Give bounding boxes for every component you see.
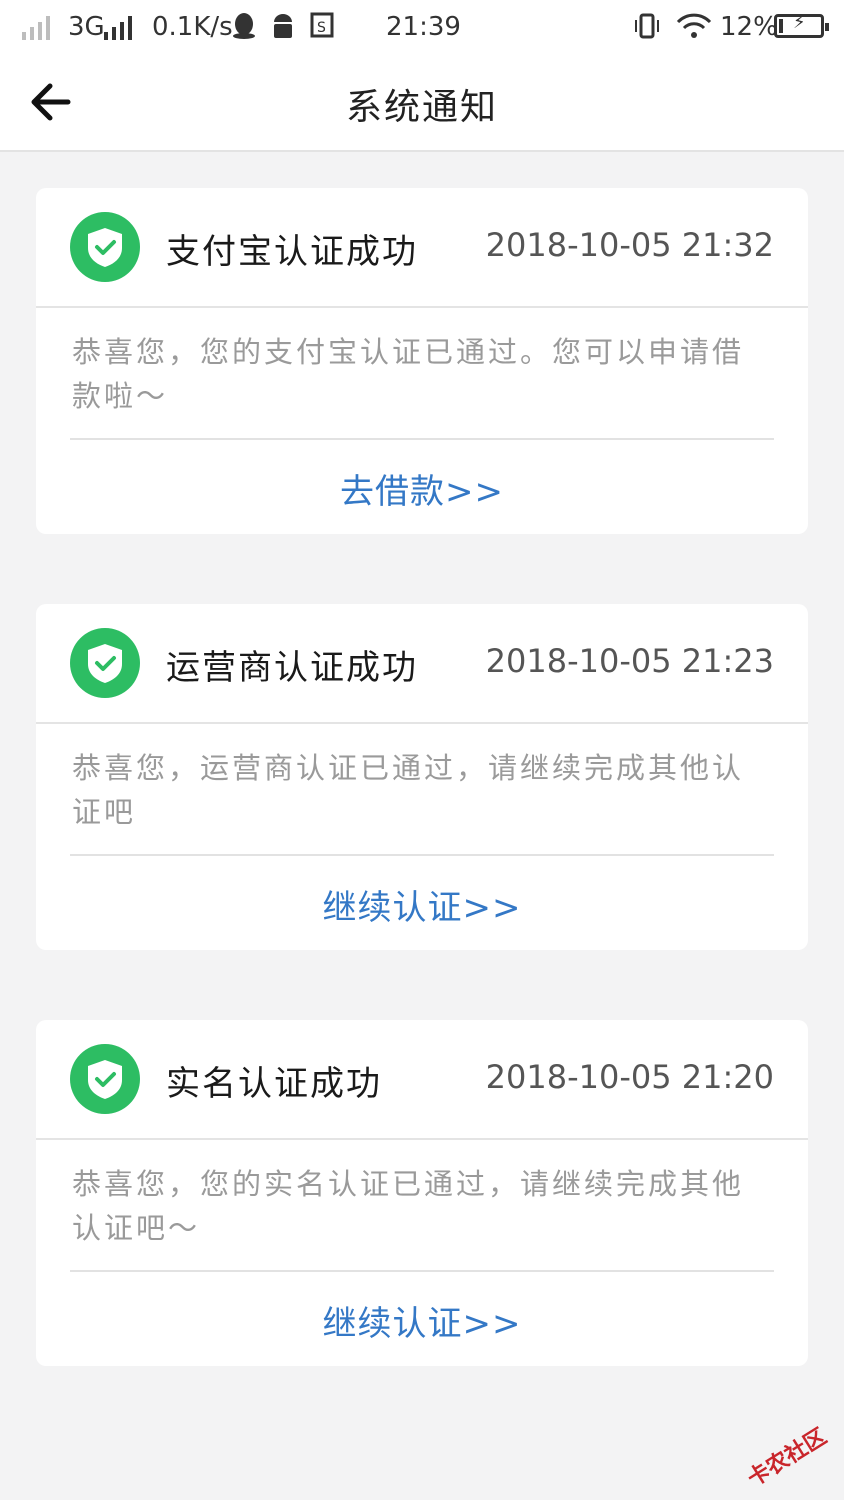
notification-time: 2018-10-05 21:23: [485, 642, 774, 680]
notification-message: 恭喜您，运营商认证已通过，请继续完成其他认证吧: [72, 751, 745, 829]
notification-message: 恭喜您，您的支付宝认证已通过。您可以申请借款啦～: [72, 335, 745, 413]
clock: 21:39: [386, 12, 461, 42]
verified-shield-icon: [70, 212, 140, 282]
app-header: 系统通知: [0, 56, 844, 152]
battery-percent: 12%: [720, 12, 778, 42]
verified-shield-icon: [70, 628, 140, 698]
notification-header: 运营商认证成功 2018-10-05 21:23: [36, 604, 808, 724]
watermark-logo: 卡农社区: [743, 1424, 832, 1493]
battery-icon: ⚡: [774, 12, 829, 38]
notification-time: 2018-10-05 21:32: [485, 226, 774, 264]
divider: [70, 438, 774, 440]
divider: [70, 1270, 774, 1272]
notification-card: 运营商认证成功 2018-10-05 21:23 恭喜您，运营商认证已通过，请继…: [36, 604, 808, 950]
signal-weak-icon: [22, 14, 50, 40]
notification-title: 运营商认证成功: [166, 648, 418, 688]
divider: [70, 854, 774, 856]
status-bar: 3G 0.1K/s S 21:39 12% ⚡: [0, 0, 844, 56]
borrow-link[interactable]: 去借款>>: [36, 464, 808, 513]
notification-message: 恭喜您，您的实名认证已通过，请继续完成其他认证吧～: [72, 1167, 745, 1245]
notification-title: 实名认证成功: [166, 1064, 382, 1104]
notification-header: 实名认证成功 2018-10-05 21:20: [36, 1020, 808, 1140]
notification-header: 支付宝认证成功 2018-10-05 21:32: [36, 188, 808, 308]
qq-icon: [232, 12, 256, 47]
sim-icon: S: [310, 12, 334, 45]
signal-icon: [104, 14, 132, 40]
vibrate-icon: [632, 12, 662, 47]
notification-time: 2018-10-05 21:20: [485, 1058, 774, 1096]
network-type: 3G: [68, 12, 105, 42]
verified-shield-icon: [70, 1044, 140, 1114]
page-title: 系统通知: [345, 87, 498, 128]
wifi-icon: [676, 12, 712, 47]
continue-verification-link[interactable]: 继续认证>>: [36, 1296, 808, 1345]
android-icon: [270, 12, 296, 47]
network-speed: 0.1K/s: [152, 12, 233, 42]
notification-card: 支付宝认证成功 2018-10-05 21:32 恭喜您，您的支付宝认证已通过。…: [36, 188, 808, 534]
notification-title: 支付宝认证成功: [166, 232, 418, 272]
notification-card: 实名认证成功 2018-10-05 21:20 恭喜您，您的实名认证已通过，请继…: [36, 1020, 808, 1366]
continue-verification-link[interactable]: 继续认证>>: [36, 880, 808, 929]
svg-text:S: S: [317, 20, 326, 36]
